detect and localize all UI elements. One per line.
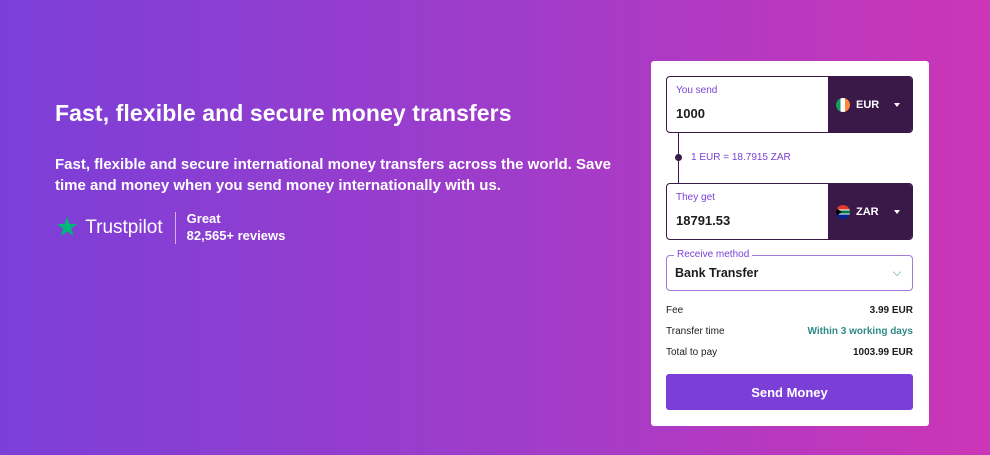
caret-down-icon — [894, 102, 900, 107]
rate-connector-dot — [675, 154, 682, 161]
caret-down-icon — [894, 209, 900, 214]
exchange-rate: 1 EUR = 18.7915 ZAR — [691, 152, 791, 163]
fee-row: Fee 3.99 EUR — [666, 300, 913, 321]
transfer-summary: Fee 3.99 EUR Transfer time Within 3 work… — [666, 300, 913, 363]
receive-amount-field[interactable]: They get 18791.53 — [667, 184, 828, 239]
trustpilot-widget[interactable]: ★ Trustpilot Great 82,565+ reviews — [55, 211, 635, 245]
receive-method-select[interactable]: Receive method Bank Transfer — [666, 249, 913, 291]
fee-label: Fee — [666, 305, 684, 316]
rating-text: Great — [186, 211, 221, 227]
transfer-time-label: Transfer time — [666, 326, 725, 337]
trustpilot-brand: Trustpilot — [85, 216, 163, 238]
total-value: 1003.99 EUR — [852, 347, 913, 358]
page-title: Fast, flexible and secure money transfer… — [55, 100, 512, 126]
send-amount-label: You send — [676, 85, 718, 96]
total-row: Total to pay 1003.99 EUR — [666, 342, 913, 363]
transfer-time-row: Transfer time Within 3 working days — [666, 321, 913, 342]
send-amount-input[interactable]: 1000 — [676, 106, 819, 124]
south-africa-flag-icon — [836, 204, 850, 219]
receive-amount-label: They get — [676, 192, 715, 203]
transfer-time-value: Within 3 working days — [807, 326, 913, 337]
chevron-down-icon — [892, 267, 902, 276]
trustpilot-rating: Great 82,565+ reviews — [187, 211, 286, 245]
send-currency-select[interactable]: EUR — [828, 77, 912, 132]
send-amount-field[interactable]: You send 1000 — [667, 77, 828, 132]
reviews-count: 82,565+ reviews — [186, 227, 286, 243]
fee-value: 3.99 EUR — [869, 305, 913, 316]
trustpilot-logo: ★ Trustpilot — [55, 214, 163, 241]
send-amount-group: You send 1000 EUR — [666, 76, 913, 133]
total-label: Total to pay — [666, 347, 718, 358]
ireland-flag-icon — [836, 97, 850, 112]
receive-method-value: Bank Transfer — [675, 266, 759, 280]
hero-section: Fast, flexible and secure money transfer… — [55, 100, 635, 245]
receive-amount-group: They get 18791.53 ZAR — [666, 183, 913, 240]
receive-amount-input[interactable]: 18791.53 — [676, 213, 819, 231]
receive-currency-select[interactable]: ZAR — [828, 184, 912, 239]
star-icon: ★ — [55, 212, 80, 243]
send-money-button[interactable]: Send Money — [666, 374, 913, 410]
receive-currency-code: ZAR — [856, 205, 879, 218]
hero-subtitle: Fast, flexible and secure international … — [55, 155, 612, 195]
receive-method-label: Receive method — [674, 249, 753, 260]
send-currency-code: EUR — [856, 98, 880, 111]
transfer-calculator: You send 1000 EUR 1 EUR = 18.7915 ZAR Th… — [651, 61, 929, 426]
divider — [174, 211, 176, 244]
